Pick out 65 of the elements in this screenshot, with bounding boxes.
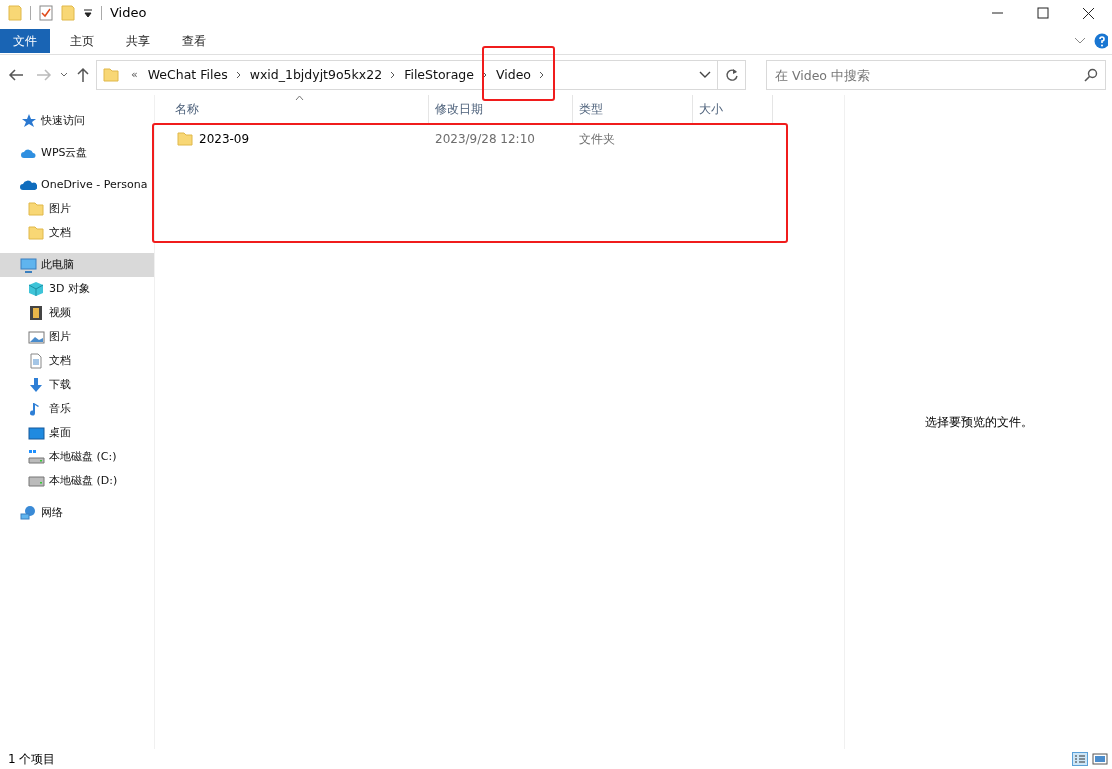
details-view-icon[interactable] bbox=[1072, 752, 1088, 766]
nav-item[interactable]: 3D 对象 bbox=[0, 277, 154, 301]
chevron-down-icon[interactable] bbox=[1074, 36, 1086, 45]
nav-item[interactable]: 本地磁盘 (C:) bbox=[0, 445, 154, 469]
dropdown-icon[interactable] bbox=[83, 8, 93, 18]
nav-item[interactable]: 图片 bbox=[0, 325, 154, 349]
folder-icon bbox=[103, 67, 119, 83]
overflow-chevron[interactable]: « bbox=[125, 66, 144, 84]
nav-item[interactable]: 图片 bbox=[0, 197, 154, 221]
network-icon bbox=[20, 505, 37, 521]
document-icon bbox=[28, 353, 45, 369]
nav-item[interactable]: 此电脑 bbox=[0, 253, 154, 277]
drive-icon bbox=[28, 473, 45, 489]
ribbon-tab[interactable]: 文件 bbox=[0, 28, 50, 53]
search-icon[interactable] bbox=[1084, 68, 1098, 82]
drive-icon bbox=[28, 449, 45, 465]
ribbon-tab[interactable]: 共享 bbox=[112, 28, 164, 53]
ribbon-tab[interactable]: 查看 bbox=[168, 28, 220, 53]
refresh-icon[interactable] bbox=[724, 68, 739, 82]
star-icon bbox=[20, 113, 37, 129]
up-icon[interactable] bbox=[76, 67, 90, 83]
nav-item[interactable]: 视频 bbox=[0, 301, 154, 325]
large-icons-view-icon[interactable] bbox=[1092, 752, 1108, 766]
nav-item[interactable]: WPS云盘 bbox=[0, 141, 154, 165]
file-type: 文件夹 bbox=[578, 131, 616, 148]
folder-icon bbox=[28, 201, 45, 217]
breadcrumb-link[interactable]: wxid_1bjdyjt9o5kx22 bbox=[245, 65, 387, 85]
down-arrow-icon bbox=[28, 377, 45, 393]
image-icon bbox=[28, 329, 45, 345]
window-title: Video bbox=[110, 4, 147, 23]
nav-item[interactable]: 文档 bbox=[0, 349, 154, 373]
breadcrumb-link[interactable]: WeChat Files bbox=[143, 65, 232, 85]
nav-item[interactable]: 快速访问 bbox=[0, 109, 154, 133]
column-header[interactable]: 大小 bbox=[693, 95, 773, 123]
column-header[interactable]: 类型 bbox=[573, 95, 693, 123]
folder-icon bbox=[8, 5, 22, 21]
back-icon[interactable] bbox=[8, 68, 24, 82]
search-field[interactable]: 在 Video 中搜索 bbox=[766, 60, 1106, 90]
nav-item[interactable]: OneDrive - Persona bbox=[0, 173, 154, 197]
nav-item[interactable]: 本地磁盘 (D:) bbox=[0, 469, 154, 493]
preview-message: 选择要预览的文件。 bbox=[924, 414, 1033, 431]
desktop-icon bbox=[28, 425, 45, 441]
modified-date: 2023/9/28 12:10 bbox=[434, 131, 536, 148]
column-header[interactable]: 名称 bbox=[169, 95, 429, 123]
nav-item[interactable]: 音乐 bbox=[0, 397, 154, 421]
maximize-icon bbox=[1036, 6, 1050, 20]
nav-item[interactable]: 下载 bbox=[0, 373, 154, 397]
cube-icon bbox=[28, 281, 45, 297]
column-header[interactable]: 修改日期 bbox=[429, 95, 573, 123]
folder-icon bbox=[28, 225, 45, 241]
film-icon bbox=[28, 305, 45, 321]
properties-icon[interactable] bbox=[39, 5, 53, 21]
nav-item[interactable]: 网络 bbox=[0, 501, 154, 525]
folder-icon bbox=[177, 131, 193, 147]
close-icon bbox=[1082, 6, 1096, 20]
breadcrumb-link[interactable]: Video bbox=[491, 65, 535, 85]
help-icon[interactable] bbox=[1094, 32, 1108, 49]
nav-item[interactable]: 桌面 bbox=[0, 421, 154, 445]
ribbon-tab[interactable]: 主页 bbox=[56, 28, 108, 53]
breadcrumb-link[interactable]: FileStorage bbox=[400, 65, 478, 85]
status-text: 1 个项目 bbox=[8, 751, 56, 768]
recent-dropdown-icon[interactable] bbox=[60, 72, 68, 78]
file-name[interactable]: 2023-09 bbox=[199, 130, 250, 148]
monitor-icon bbox=[20, 257, 37, 273]
nav-item[interactable]: 文档 bbox=[0, 221, 154, 245]
